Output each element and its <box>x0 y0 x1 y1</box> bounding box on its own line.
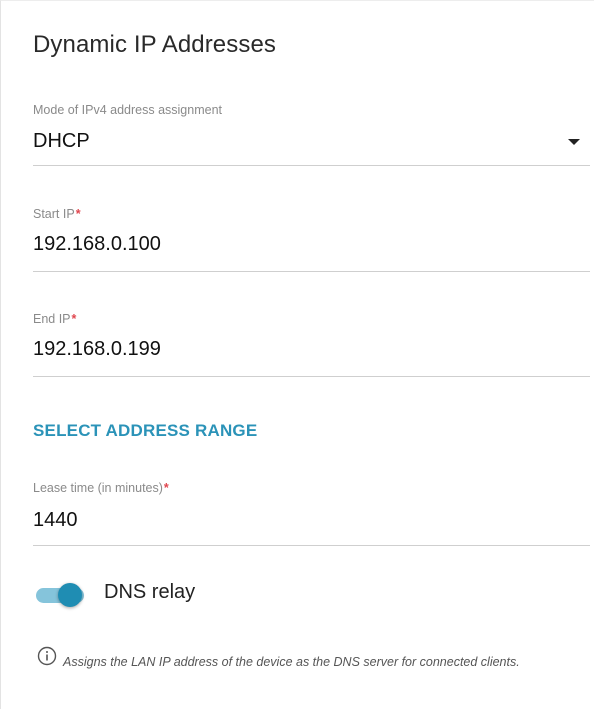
dns-relay-toggle[interactable] <box>36 581 88 609</box>
dynamic-ip-panel: Dynamic IP Addresses Mode of IPv4 addres… <box>0 0 594 709</box>
section-title: Dynamic IP Addresses <box>33 31 276 58</box>
required-mark: * <box>75 207 81 221</box>
lease-time-field: Lease time (in minutes)* <box>33 475 590 546</box>
dns-relay-hint: Assigns the LAN IP address of the device… <box>63 655 520 669</box>
start-ip-field: Start IP* <box>33 201 590 272</box>
mode-value: DHCP <box>33 130 90 152</box>
required-mark: * <box>163 481 169 495</box>
end-ip-label: End IP* <box>33 312 76 326</box>
dns-relay-label: DNS relay <box>104 581 196 603</box>
start-ip-input[interactable] <box>33 233 553 256</box>
chevron-down-icon <box>568 139 580 145</box>
mode-label: Mode of IPv4 address assignment <box>33 103 222 117</box>
required-mark: * <box>71 312 77 326</box>
end-ip-label-text: End IP <box>33 312 71 326</box>
start-ip-label: Start IP* <box>33 207 81 221</box>
mode-select[interactable]: Mode of IPv4 address assignment DHCP <box>33 97 590 166</box>
lease-time-label: Lease time (in minutes)* <box>33 481 169 495</box>
end-ip-field: End IP* <box>33 306 590 377</box>
end-ip-input[interactable] <box>33 338 553 361</box>
lease-time-input[interactable] <box>33 509 553 532</box>
start-ip-label-text: Start IP <box>33 207 75 221</box>
select-address-range-button[interactable]: SELECT ADDRESS RANGE <box>33 421 257 441</box>
lease-time-label-text: Lease time (in minutes) <box>33 481 163 495</box>
toggle-thumb <box>58 583 82 607</box>
